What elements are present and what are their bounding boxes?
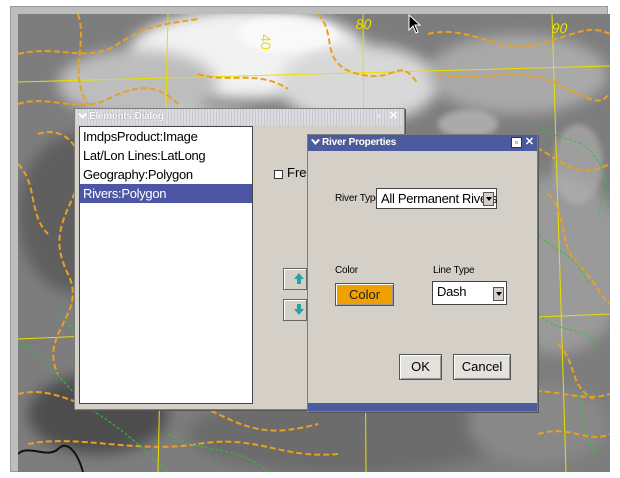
list-item[interactable]: Geography:Polygon	[80, 165, 252, 184]
move-down-button[interactable]	[283, 299, 307, 321]
dialog-bottom-bar	[308, 403, 537, 411]
ok-button[interactable]: OK	[399, 354, 442, 380]
elements-dialog-title: Elements Dialog	[89, 111, 164, 122]
elements-dialog-titlebar[interactable]: Elements Dialog ▫ ✕	[75, 109, 404, 125]
close-icon[interactable]: ✕	[388, 111, 399, 122]
river-type-label: River Type	[335, 193, 381, 204]
lon-label-90: 90	[550, 20, 570, 36]
mouse-pointer-icon	[408, 14, 422, 34]
chevron-down-icon	[483, 192, 494, 206]
arrow-up-icon	[294, 273, 304, 284]
river-type-value: All Permanent Rivers	[381, 191, 498, 206]
line-type-value: Dash	[437, 284, 467, 299]
arrow-down-icon	[294, 304, 304, 315]
list-item[interactable]: Lat/Lon Lines:LatLong	[80, 146, 252, 165]
chevron-down-icon[interactable]	[78, 112, 87, 121]
color-button[interactable]: Color	[335, 283, 394, 306]
river-type-select[interactable]: All Permanent Rivers	[376, 188, 497, 209]
line-type-select[interactable]: Dash	[432, 281, 507, 305]
list-item-selected[interactable]: Rivers:Polygon	[80, 184, 252, 203]
list-item[interactable]: ImdpsProduct:Image	[80, 127, 252, 146]
chevron-down-icon	[493, 287, 504, 301]
cancel-button[interactable]: Cancel	[453, 354, 511, 380]
freeze-checkbox[interactable]	[274, 170, 283, 179]
lat-label-40: 40	[257, 34, 274, 50]
elements-list[interactable]: ImdpsProduct:Image Lat/Lon Lines:LatLong…	[79, 126, 253, 404]
chevron-down-icon[interactable]	[311, 138, 320, 147]
river-properties-dialog: River Properties ▫ ✕ River Type All Perm…	[307, 134, 538, 412]
move-up-button[interactable]	[283, 268, 307, 290]
line-type-label: Line Type	[433, 265, 475, 276]
river-properties-title: River Properties	[322, 137, 397, 148]
color-label: Color	[335, 265, 358, 276]
close-icon[interactable]: ✕	[524, 137, 535, 148]
lon-label-80: 80	[354, 16, 374, 32]
river-properties-titlebar[interactable]: River Properties ▫ ✕	[308, 135, 537, 151]
minimize-icon[interactable]: ▫	[511, 137, 522, 148]
minimize-icon[interactable]: ▫	[373, 111, 384, 122]
